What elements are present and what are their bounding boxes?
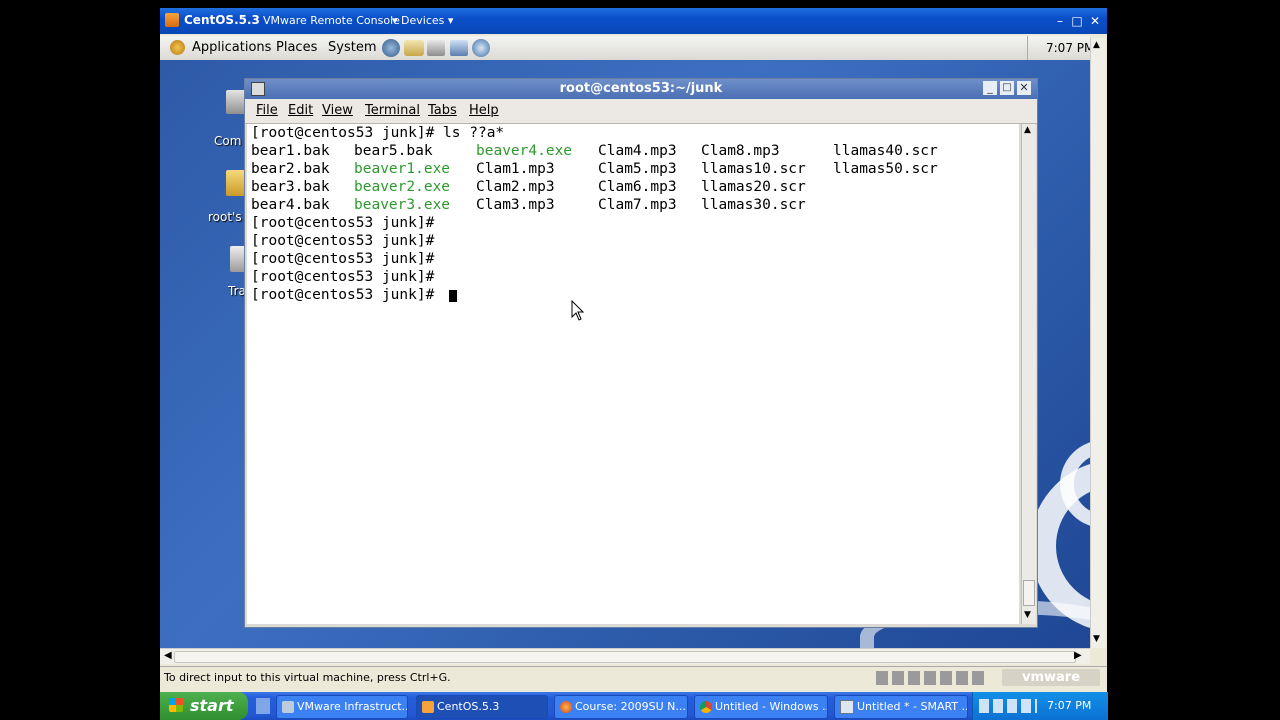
ls-entry: Clam5.mp3 xyxy=(598,161,677,177)
ls-entry: beaver1.exe xyxy=(354,161,451,177)
maximize-icon[interactable]: □ xyxy=(1070,14,1084,28)
scroll-up-icon[interactable]: ▲ xyxy=(1093,40,1100,50)
task-course[interactable]: Course: 2009SU N... xyxy=(554,695,688,719)
terminal-window: root@centos53:~/junk _ □ ✕ File Edit Vie… xyxy=(244,78,1038,628)
menu-edit[interactable]: Edit xyxy=(288,103,313,118)
ls-entry: Clam8.mp3 xyxy=(701,143,780,159)
task-vmware-infrastructure[interactable]: VMware Infrastruct... xyxy=(276,695,408,719)
system-tray: 7:07 PM xyxy=(972,692,1108,720)
console-status-text: To direct input to this virtual machine,… xyxy=(164,671,451,684)
scroll-thumb[interactable] xyxy=(174,651,1076,663)
scroll-right-icon[interactable]: ▶ xyxy=(1074,650,1082,661)
system-menu[interactable]: System xyxy=(328,40,376,55)
vm-icon xyxy=(422,701,434,713)
scroll-thumb[interactable] xyxy=(1023,580,1035,606)
terminal-scrollbar[interactable]: ▲ ▼ xyxy=(1021,124,1036,624)
prompt-line: [root@centos53 junk]# xyxy=(251,287,435,303)
ls-entry: Clam2.mp3 xyxy=(476,179,555,195)
panel-divider xyxy=(1027,36,1028,60)
vmware-logo: vmware xyxy=(1002,669,1100,686)
terminal-minimize-icon[interactable]: _ xyxy=(983,81,997,95)
terminal-menubar: File Edit View Terminal Tabs Help xyxy=(245,99,1037,124)
ls-entry: beaver3.exe xyxy=(354,197,451,213)
ls-entry: bear5.bak xyxy=(354,143,433,159)
ls-entry: bear3.bak xyxy=(251,179,330,195)
menu-view[interactable]: View xyxy=(322,103,353,118)
taskbar-clock: 7:07 PM xyxy=(1047,699,1092,712)
console-title: CentOS.5.3 xyxy=(184,13,260,27)
ls-entry: llamas10.scr xyxy=(701,161,806,177)
chrome-icon xyxy=(700,701,712,713)
editor-icon[interactable] xyxy=(427,40,445,56)
places-menu[interactable]: Places xyxy=(276,40,317,55)
task-centos[interactable]: CentOS.5.3 xyxy=(416,695,548,719)
tray-icons[interactable] xyxy=(979,699,1037,713)
windows-taskbar: start VMware Infrastruct... CentOS.5.3 C… xyxy=(160,692,1108,720)
start-label: start xyxy=(190,696,234,715)
firefox-icon xyxy=(560,701,572,713)
applications-menu[interactable]: Applications xyxy=(192,40,271,55)
scroll-down-icon[interactable]: ▼ xyxy=(1093,634,1100,644)
ls-entry: Clam7.mp3 xyxy=(598,197,677,213)
task-untitled-windows[interactable]: Untitled - Windows ... xyxy=(694,695,828,719)
console-vertical-scrollbar[interactable]: ▲ ▼ xyxy=(1090,38,1106,648)
console-titlebar: CentOS.5.3 VMware Remote Console ▾ Devic… xyxy=(160,8,1107,34)
desktop-label-home[interactable]: root's xyxy=(208,210,242,224)
device-status-icons[interactable] xyxy=(876,671,986,685)
terminal-title: root@centos53:~/junk xyxy=(559,81,723,96)
start-button[interactable]: start xyxy=(160,692,248,720)
console-subtitle: VMware Remote Console xyxy=(263,14,400,27)
quicklaunch-icon[interactable] xyxy=(256,698,270,714)
prompt-line: [root@centos53 junk]# xyxy=(251,269,435,285)
prompt-line: [root@centos53 junk]# xyxy=(251,251,435,267)
gnome-top-panel: Applications Places System 7:07 PM xyxy=(160,36,1094,61)
smart-icon xyxy=(840,700,854,714)
ls-entry: Clam6.mp3 xyxy=(598,179,677,195)
scroll-left-icon[interactable]: ◀ xyxy=(164,650,172,661)
scroll-down-icon[interactable]: ▼ xyxy=(1024,610,1031,620)
vmware-icon xyxy=(282,701,294,713)
ls-entry: llamas50.scr xyxy=(833,161,938,177)
prompt-line: [root@centos53 junk]# xyxy=(251,233,435,249)
close-icon[interactable]: ✕ xyxy=(1088,14,1102,28)
ls-entry: Clam4.mp3 xyxy=(598,143,677,159)
console-statusbar: To direct input to this virtual machine,… xyxy=(160,666,1107,689)
mail-icon[interactable] xyxy=(404,40,424,56)
prompt-line: [root@centos53 junk]# xyxy=(251,215,435,231)
ls-entry: Clam3.mp3 xyxy=(476,197,555,213)
ls-entry: llamas30.scr xyxy=(701,197,806,213)
ls-entry: bear4.bak xyxy=(251,197,330,213)
terminal-close-icon[interactable]: ✕ xyxy=(1017,81,1031,95)
browser-icon[interactable] xyxy=(472,39,490,57)
terminal-titlebar[interactable]: root@centos53:~/junk _ □ ✕ xyxy=(245,79,1037,99)
terminal-output[interactable]: [root@centos53 junk]# ls ??a* bear1.bak b… xyxy=(247,124,1019,624)
menu-file[interactable]: File xyxy=(256,103,278,118)
menu-help[interactable]: Help xyxy=(469,103,499,118)
notes-icon[interactable] xyxy=(450,40,468,56)
ls-entry: Clam1.mp3 xyxy=(476,161,555,177)
scroll-up-icon[interactable]: ▲ xyxy=(1024,125,1031,135)
ls-entry: llamas40.scr xyxy=(833,143,938,159)
task-smart[interactable]: Untitled * - SMART ... xyxy=(834,695,968,719)
command-line: [root@centos53 junk]# ls ??a* xyxy=(251,125,505,141)
mouse-pointer-icon xyxy=(571,300,585,321)
ls-entry: beaver4.exe xyxy=(476,143,573,159)
devices-menu[interactable]: ▾ Devices ▾ xyxy=(392,14,453,27)
ls-entry: bear1.bak xyxy=(251,143,330,159)
vm-icon xyxy=(165,13,179,27)
network-icon[interactable] xyxy=(382,39,400,57)
terminal-cursor xyxy=(449,290,457,302)
menu-tabs[interactable]: Tabs xyxy=(428,103,457,118)
ls-entry: beaver2.exe xyxy=(354,179,451,195)
menu-terminal[interactable]: Terminal xyxy=(365,103,420,118)
console-horizontal-scrollbar[interactable]: ◀ ▶ xyxy=(160,648,1090,664)
gnome-foot-icon xyxy=(170,40,185,55)
ls-entry: llamas20.scr xyxy=(701,179,806,195)
terminal-maximize-icon[interactable]: □ xyxy=(1000,81,1014,95)
panel-clock: 7:07 PM xyxy=(1046,41,1095,55)
ls-entry: bear2.bak xyxy=(251,161,330,177)
desktop-label-computer[interactable]: Com xyxy=(214,134,241,148)
minimize-icon[interactable]: – xyxy=(1053,14,1067,28)
windows-logo-icon xyxy=(169,698,183,712)
